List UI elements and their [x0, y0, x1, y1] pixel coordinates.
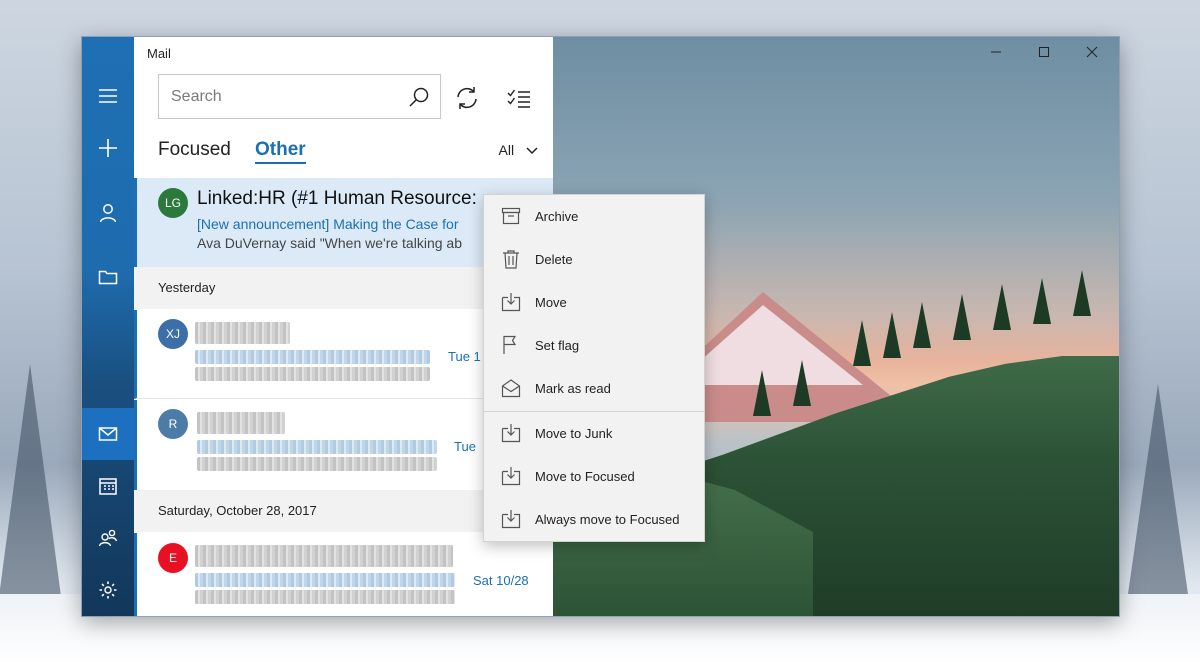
- menu-label: Delete: [535, 252, 573, 267]
- redacted-preview: [197, 457, 437, 471]
- redacted-subject: [197, 440, 437, 454]
- filter-dropdown[interactable]: All: [499, 142, 538, 158]
- menu-label: Set flag: [535, 338, 580, 353]
- avatar-initials: R: [168, 417, 178, 431]
- redacted-subject: [195, 350, 430, 364]
- app-title: Mail: [147, 46, 171, 61]
- avatar-initials: XJ: [165, 327, 180, 341]
- date-group-label: Yesterday: [158, 280, 216, 295]
- menu-item-move-to-junk[interactable]: Move to Junk: [484, 412, 704, 455]
- filter-label: All: [498, 142, 515, 158]
- message-date: Sat 10/28: [473, 573, 529, 588]
- minimize-button[interactable]: [973, 43, 1019, 65]
- message-item[interactable]: E Sat 10/28: [134, 533, 553, 616]
- avatar: LG: [158, 188, 188, 218]
- mail-icon: [98, 427, 118, 441]
- people-app-button[interactable]: [82, 512, 134, 564]
- folders-button[interactable]: [82, 251, 134, 303]
- hamburger-menu-button[interactable]: [82, 70, 134, 122]
- avatar-initials: LG: [164, 196, 181, 210]
- move-icon: [501, 424, 521, 443]
- minimize-icon: [991, 51, 1001, 53]
- gear-icon: [99, 581, 117, 599]
- person-icon: [99, 204, 117, 223]
- date-group-label: Saturday, October 28, 2017: [158, 503, 317, 518]
- redacted-sender: [195, 322, 290, 344]
- avatar: R: [158, 409, 188, 439]
- tab-focused[interactable]: Focused: [158, 139, 231, 161]
- close-icon: [1086, 46, 1098, 58]
- context-menu: Archive Delete Move Set flag Mark as rea…: [483, 194, 705, 542]
- redacted-preview: [195, 367, 430, 381]
- plus-icon: [99, 139, 117, 157]
- menu-label: Move to Focused: [535, 469, 635, 484]
- mail-app-button[interactable]: [82, 408, 134, 460]
- calendar-app-button[interactable]: [82, 460, 134, 512]
- avatar: E: [158, 543, 188, 573]
- flag-icon: [503, 335, 517, 354]
- move-icon: [501, 467, 521, 486]
- chevron-down-icon: [526, 147, 538, 155]
- menu-label: Always move to Focused: [535, 512, 680, 527]
- menu-item-always-move-to-focused[interactable]: Always move to Focused: [484, 498, 704, 541]
- menu-item-set-flag[interactable]: Set flag: [484, 324, 704, 367]
- menu-label: Archive: [535, 209, 579, 224]
- menu-item-delete[interactable]: Delete: [484, 238, 704, 281]
- tab-other[interactable]: Other: [255, 139, 306, 164]
- selection-mode-icon[interactable]: [506, 85, 532, 111]
- close-button[interactable]: [1069, 43, 1115, 65]
- menu-item-move-to-focused[interactable]: Move to Focused: [484, 455, 704, 498]
- navigation-rail: [82, 37, 134, 616]
- avatar: XJ: [158, 319, 188, 349]
- menu-item-archive[interactable]: Archive: [484, 195, 704, 238]
- search-input[interactable]: Search: [171, 88, 222, 106]
- new-mail-button[interactable]: [82, 122, 134, 174]
- sync-icon[interactable]: [454, 85, 480, 111]
- redacted-preview: [195, 590, 455, 604]
- inbox-tabs: Focused Other All: [158, 139, 538, 169]
- accounts-button[interactable]: [82, 187, 134, 239]
- settings-button[interactable]: [82, 564, 134, 616]
- redacted-sender: [197, 412, 285, 434]
- people-icon: [98, 529, 118, 547]
- menu-item-move[interactable]: Move: [484, 281, 704, 324]
- maximize-button[interactable]: [1021, 43, 1067, 65]
- move-icon: [501, 293, 521, 312]
- message-date: Tue 1: [448, 349, 481, 364]
- trash-icon: [503, 250, 519, 269]
- hamburger-icon: [99, 89, 117, 103]
- menu-label: Mark as read: [535, 381, 611, 396]
- redacted-subject: [195, 573, 455, 587]
- message-date: Tue: [454, 439, 476, 454]
- avatar-initials: E: [168, 551, 177, 565]
- menu-label: Move: [535, 295, 567, 310]
- folder-icon: [98, 270, 118, 285]
- redacted-sender: [195, 545, 453, 567]
- archive-icon: [501, 207, 521, 225]
- envelope-open-icon: [501, 379, 521, 398]
- move-icon: [501, 510, 521, 529]
- search-icon[interactable]: [408, 86, 430, 108]
- calendar-icon: [99, 478, 117, 495]
- menu-item-mark-as-read[interactable]: Mark as read: [484, 367, 704, 410]
- search-box[interactable]: Search: [158, 74, 441, 119]
- menu-label: Move to Junk: [535, 426, 613, 441]
- maximize-icon: [1039, 47, 1049, 57]
